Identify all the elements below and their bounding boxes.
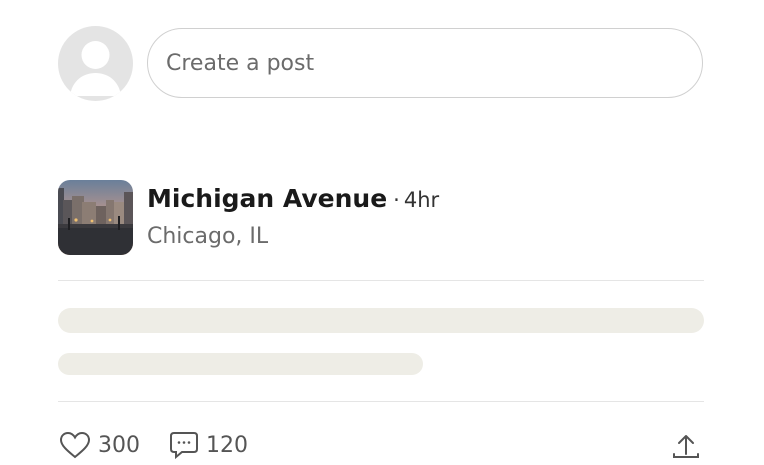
heart-icon: [58, 430, 92, 460]
comment-button[interactable]: 120: [168, 425, 248, 465]
skeleton-line-1: [58, 308, 704, 333]
separator-dot: ·: [393, 188, 400, 212]
content-divider: [58, 401, 704, 402]
post-title-row: Michigan Avenue · 4hr: [147, 184, 439, 213]
comment-count: 120: [206, 432, 248, 458]
share-arrow-icon: [670, 430, 702, 460]
like-button[interactable]: 300: [58, 425, 140, 465]
comment-bubble-icon: [168, 430, 200, 460]
like-count: 300: [98, 432, 140, 458]
location-city: Chicago, IL: [147, 224, 269, 249]
post-composer: [58, 26, 704, 101]
header-divider: [58, 280, 704, 281]
share-button[interactable]: [670, 425, 702, 465]
post-header: Michigan Avenue · 4hr Chicago, IL: [58, 180, 704, 256]
location-name[interactable]: Michigan Avenue: [147, 184, 387, 213]
post-actions: 300 120: [58, 425, 704, 465]
post-time: 4hr: [403, 188, 440, 212]
skeleton-line-2: [58, 353, 423, 375]
user-avatar-icon[interactable]: [58, 26, 133, 101]
create-post-input[interactable]: [147, 28, 703, 98]
location-thumbnail[interactable]: [58, 180, 133, 255]
